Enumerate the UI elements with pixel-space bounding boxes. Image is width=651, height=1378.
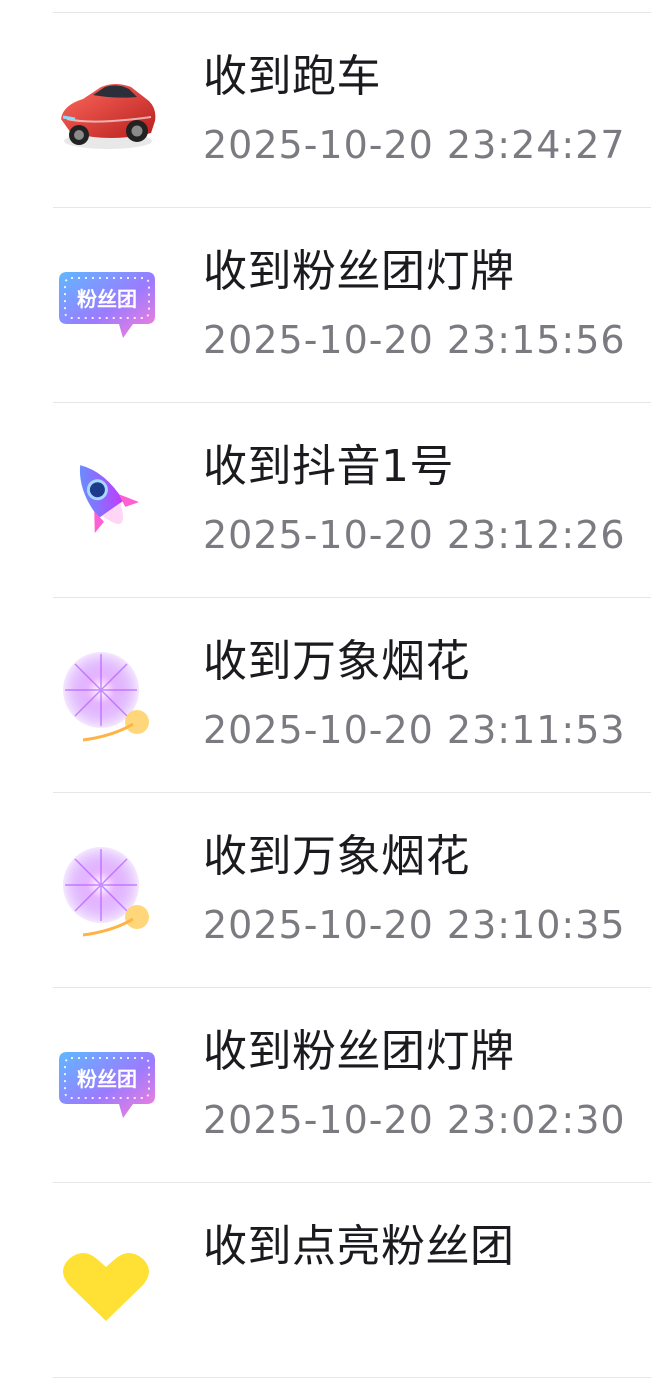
gift-time: 2025-10-20 23:24:27 [203, 123, 626, 167]
heart-icon [53, 1229, 159, 1335]
badge-text: 粉丝团 [77, 287, 137, 311]
sports-car-icon [53, 59, 159, 165]
gift-time: 2025-10-20 23:12:26 [203, 513, 626, 557]
gift-record-row[interactable]: 收到抖音1号 2025-10-20 23:12:26 [0, 403, 651, 598]
gift-time: 2025-10-20 23:15:56 [203, 318, 626, 362]
gift-record-row[interactable]: 粉丝团 收到粉丝团灯牌 2025-10-20 23:15:56 [0, 208, 651, 403]
gift-time: 2025-10-20 23:11:53 [203, 708, 626, 752]
fireworks-icon [53, 839, 159, 945]
gift-record-row[interactable]: 收到万象烟花 2025-10-20 23:11:53 [0, 598, 651, 793]
gift-title: 收到粉丝团灯牌 [203, 246, 515, 297]
fan-club-badge-icon: 粉丝团 [53, 1034, 159, 1140]
gift-title: 收到粉丝团灯牌 [203, 1026, 515, 1077]
gift-record-row[interactable]: 收到跑车 2025-10-20 23:24:27 [0, 13, 651, 208]
gift-record-row[interactable]: 收到点亮粉丝团 [0, 1183, 651, 1378]
gift-time: 2025-10-20 23:10:35 [203, 903, 626, 947]
gift-title: 收到点亮粉丝团 [203, 1221, 515, 1272]
gift-record-row[interactable]: 粉丝团 收到粉丝团灯牌 2025-10-20 23:02:30 [0, 988, 651, 1183]
fan-club-badge-icon: 粉丝团 [53, 254, 159, 360]
gift-title: 收到跑车 [203, 51, 381, 102]
badge-text: 粉丝团 [77, 1067, 137, 1091]
rocket-icon [53, 449, 159, 555]
gift-time: 2025-10-20 23:02:30 [203, 1098, 626, 1142]
gift-title: 收到万象烟花 [203, 636, 470, 687]
gift-record-row[interactable]: 收到万象烟花 2025-10-20 23:10:35 [0, 793, 651, 988]
gift-record-list: 收到跑车 2025-10-20 23:24:27 粉丝团 收到粉丝团灯牌 202… [0, 13, 651, 1378]
gift-title: 收到万象烟花 [203, 831, 470, 882]
fireworks-icon [53, 644, 159, 750]
gift-title: 收到抖音1号 [203, 441, 454, 492]
